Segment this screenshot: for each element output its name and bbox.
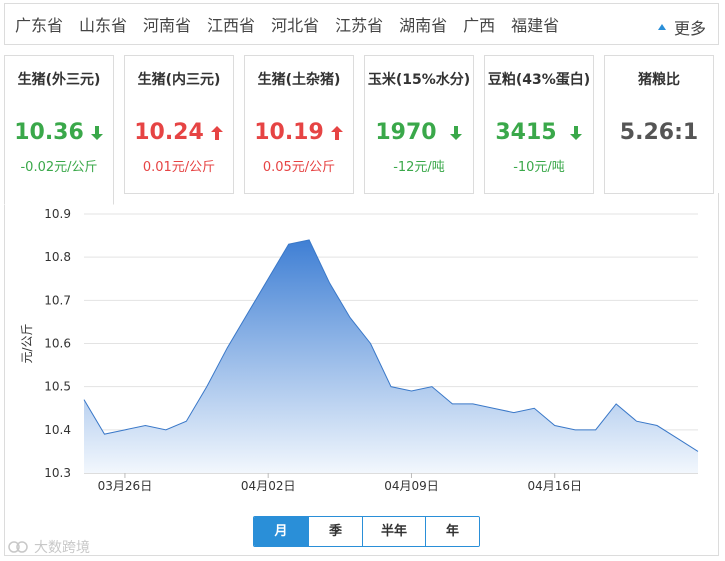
y-axis-label: 元/公斤 bbox=[20, 323, 34, 363]
caret-up-icon bbox=[657, 24, 666, 30]
price-card-pig-local[interactable]: 生猪(土杂猪) 10.19 0.05元/公斤 bbox=[244, 55, 354, 194]
card-change: 0.01元/公斤 bbox=[142, 160, 216, 175]
more-button[interactable]: 更多 bbox=[657, 15, 706, 39]
chart-panel: 10.3 10.4 10.5 10.6 10.7 10.8 10.9 元/公斤 03月26日 04… bbox=[4, 193, 719, 556]
arrow-down-icon bbox=[90, 125, 104, 141]
card-value: 5.26:1 bbox=[605, 120, 713, 145]
region-item-shandong[interactable]: 山东省 bbox=[79, 12, 127, 36]
card-change: 0.05元/公斤 bbox=[262, 160, 336, 175]
arrow-down-icon bbox=[449, 125, 463, 141]
card-label: 生猪(内三元) bbox=[137, 72, 221, 88]
card-value-text: 10.36 bbox=[14, 120, 84, 145]
x-tick-label: 04月09日 bbox=[384, 479, 439, 493]
region-item-fujian[interactable]: 福建省 bbox=[511, 12, 559, 36]
region-item-hunan[interactable]: 湖南省 bbox=[399, 12, 447, 36]
card-change: -10元/吨 bbox=[513, 160, 565, 175]
card-value-text: 3415 bbox=[495, 120, 557, 145]
x-tick-label: 03月26日 bbox=[98, 479, 153, 493]
card-value-text: 1970 bbox=[375, 120, 437, 145]
period-halfyear-button[interactable]: 半年 bbox=[362, 517, 425, 546]
card-label: 玉米(15%水分) bbox=[367, 72, 471, 88]
card-value: 1970 bbox=[365, 120, 473, 145]
x-tick-label: 04月16日 bbox=[527, 479, 582, 493]
period-toggle: 月 季 半年 年 bbox=[253, 516, 480, 547]
price-card-corn[interactable]: 玉米(15%水分) 1970 -12元/吨 bbox=[364, 55, 474, 194]
card-change: -0.02元/公斤 bbox=[20, 160, 98, 175]
card-value-text: 10.24 bbox=[134, 120, 204, 145]
region-item-guangdong[interactable]: 广东省 bbox=[15, 12, 63, 36]
card-label: 猪粮比 bbox=[638, 72, 680, 88]
price-card-soymeal[interactable]: 豆粕(43%蛋白) 3415 -10元/吨 bbox=[484, 55, 594, 194]
region-item-guangxi[interactable]: 广西 bbox=[463, 12, 495, 36]
y-tick-label: 10.5 bbox=[44, 380, 71, 394]
more-label: 更多 bbox=[673, 19, 706, 38]
region-item-henan[interactable]: 河南省 bbox=[143, 12, 191, 36]
arrow-down-icon bbox=[569, 125, 583, 141]
card-change: -12元/吨 bbox=[393, 160, 445, 175]
card-value-text: 10.19 bbox=[254, 120, 324, 145]
series-area bbox=[84, 239, 698, 473]
y-tick-label: 10.4 bbox=[44, 423, 71, 437]
card-label: 生猪(外三元) bbox=[17, 72, 101, 88]
region-bar: 广东省 山东省 河南省 江西省 河北省 江苏省 湖南省 广西 福建省 更多 bbox=[4, 3, 719, 45]
region-item-hebei[interactable]: 河北省 bbox=[271, 12, 319, 36]
arrow-up-icon bbox=[330, 125, 344, 141]
period-year-button[interactable]: 年 bbox=[425, 517, 479, 546]
y-tick-label: 10.3 bbox=[44, 466, 71, 480]
y-tick-label: 10.8 bbox=[44, 250, 71, 264]
y-tick-label: 10.9 bbox=[44, 207, 71, 221]
y-tick-label: 10.7 bbox=[44, 293, 71, 307]
arrow-up-icon bbox=[210, 125, 224, 141]
card-value: 10.19 bbox=[245, 120, 353, 145]
region-item-jiangsu[interactable]: 江苏省 bbox=[335, 12, 383, 36]
period-quarter-button[interactable]: 季 bbox=[308, 517, 362, 546]
card-value: 3415 bbox=[485, 120, 593, 145]
region-item-jiangxi[interactable]: 江西省 bbox=[207, 12, 255, 36]
price-card-pig-inner[interactable]: 生猪(内三元) 10.24 0.01元/公斤 bbox=[124, 55, 234, 194]
period-month-button[interactable]: 月 bbox=[254, 517, 308, 546]
card-value: 10.36 bbox=[5, 120, 113, 145]
watermark-text: 大数跨境 bbox=[34, 540, 90, 556]
watermark-logo-icon bbox=[8, 541, 28, 553]
price-card-pig-grain-ratio[interactable]: 猪粮比 5.26:1 bbox=[604, 55, 714, 194]
card-label: 生猪(土杂猪) bbox=[257, 72, 341, 88]
y-tick-label: 10.6 bbox=[44, 337, 71, 351]
card-value: 10.24 bbox=[125, 120, 233, 145]
x-tick-label: 04月02日 bbox=[241, 479, 296, 493]
price-chart: 10.3 10.4 10.5 10.6 10.7 10.8 10.9 元/公斤 03月26日 04… bbox=[20, 207, 699, 493]
card-value-text: 5.26:1 bbox=[619, 120, 699, 145]
card-label: 豆粕(43%蛋白) bbox=[487, 72, 591, 88]
price-card-pig-outer[interactable]: 生猪(外三元) 10.36 -0.02元/公斤 bbox=[4, 55, 114, 205]
watermark: 大数跨境 bbox=[8, 537, 90, 557]
